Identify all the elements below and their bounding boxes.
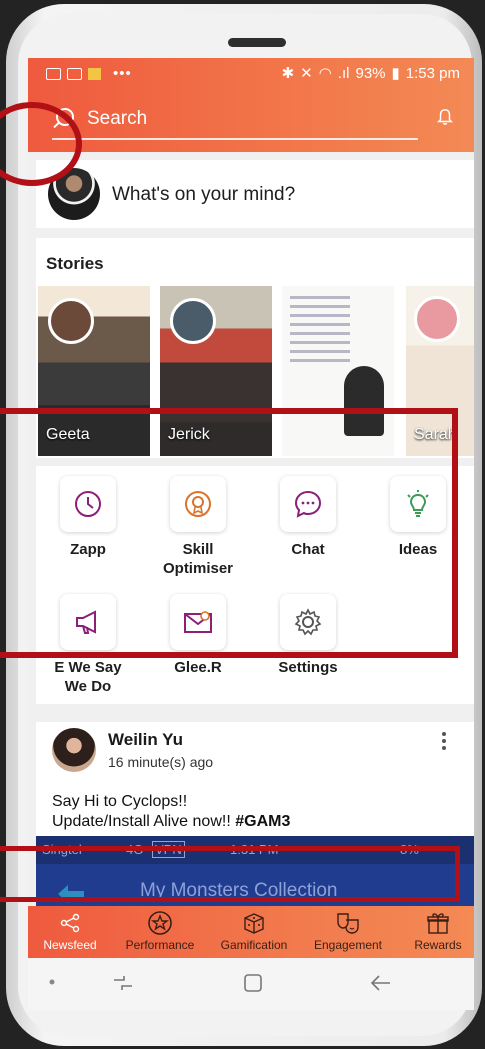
nav-rewards[interactable]: Rewards xyxy=(406,908,470,952)
story-text-graphic xyxy=(290,296,350,368)
story-avatar xyxy=(170,298,216,344)
status-system-icons: ✱ ✕ ◠ .ıl 93% ▮ 1:53 pm xyxy=(281,64,460,83)
bell-icon[interactable] xyxy=(436,108,454,126)
bottom-navigation: Newsfeed Performance Gamification Engage… xyxy=(28,906,474,958)
dice-icon xyxy=(214,908,294,938)
post-line-2: Update/Install Alive now!! #GAM3 xyxy=(52,812,290,832)
story-avatar xyxy=(48,298,94,344)
signal-icon: .ıl xyxy=(337,64,350,82)
app-notification-icon xyxy=(88,67,101,80)
status-notification-icons: ••• xyxy=(46,65,132,82)
search-input[interactable]: Search xyxy=(87,108,147,130)
nav-label: Gamification xyxy=(220,938,288,952)
shortcut-label: E We Say We Do xyxy=(54,659,122,695)
post-text: Say Hi to Cyclops!! Update/Install Alive… xyxy=(52,792,290,832)
masks-icon xyxy=(308,908,388,938)
recent-apps-icon[interactable] xyxy=(110,972,136,994)
nav-gamification[interactable]: Gamification xyxy=(214,908,294,952)
gallery-notification-icon xyxy=(67,67,82,80)
search-bar[interactable]: Search xyxy=(28,102,474,142)
share-icon xyxy=(38,908,102,938)
star-badge-icon xyxy=(120,908,200,938)
nav-newsfeed[interactable]: Newsfeed xyxy=(38,908,102,952)
clock: 1:53 pm xyxy=(405,64,460,82)
shortcut-label: Glee.R xyxy=(174,659,222,676)
system-navigation-bar xyxy=(28,958,474,1010)
hashtag-link[interactable]: #GAM3 xyxy=(235,813,290,830)
search-underline xyxy=(52,138,418,140)
nav-performance[interactable]: Performance xyxy=(120,908,200,952)
story-avatar xyxy=(414,296,460,342)
nav-label: Newsfeed xyxy=(43,938,97,952)
more-notifications-icon: ••• xyxy=(113,65,132,82)
composer-prompt[interactable]: What's on your mind? xyxy=(112,184,295,206)
dot-icon xyxy=(49,979,55,985)
highlight-bottom-nav xyxy=(0,846,460,902)
bluetooth-icon: ✱ xyxy=(281,65,295,82)
more-options-icon[interactable] xyxy=(442,732,446,753)
post-line-1: Say Hi to Cyclops!! xyxy=(52,793,188,810)
home-icon[interactable] xyxy=(242,972,264,994)
battery-percent: 93% xyxy=(355,64,386,82)
post-line-2-text: Update/Install Alive now!! xyxy=(52,813,236,830)
highlight-rectangle xyxy=(0,408,458,658)
post-timestamp: 16 minute(s) ago xyxy=(108,754,214,770)
mute-icon: ✕ xyxy=(300,65,313,82)
battery-icon: ▮ xyxy=(391,65,400,82)
stories-title: Stories xyxy=(46,254,104,273)
post-composer[interactable]: What's on your mind? xyxy=(36,160,474,228)
nav-engagement[interactable]: Engagement xyxy=(308,908,388,952)
nav-label: Performance xyxy=(125,938,195,952)
status-bar: ••• ✱ ✕ ◠ .ıl 93% ▮ 1:53 pm xyxy=(28,58,474,88)
shortcut-label: Settings xyxy=(278,659,338,676)
back-icon[interactable] xyxy=(368,972,394,994)
top-header: ••• ✱ ✕ ◠ .ıl 93% ▮ 1:53 pm Search xyxy=(28,58,474,152)
gift-icon xyxy=(406,908,470,938)
avatar[interactable] xyxy=(52,728,96,772)
wifi-icon: ◠ xyxy=(318,65,332,82)
nav-label: Engagement xyxy=(313,938,383,952)
post-author[interactable]: Weilin Yu xyxy=(108,730,183,750)
earpiece-speaker xyxy=(228,38,286,47)
image-notification-icon xyxy=(46,67,61,80)
nav-label: Rewards xyxy=(414,938,462,952)
